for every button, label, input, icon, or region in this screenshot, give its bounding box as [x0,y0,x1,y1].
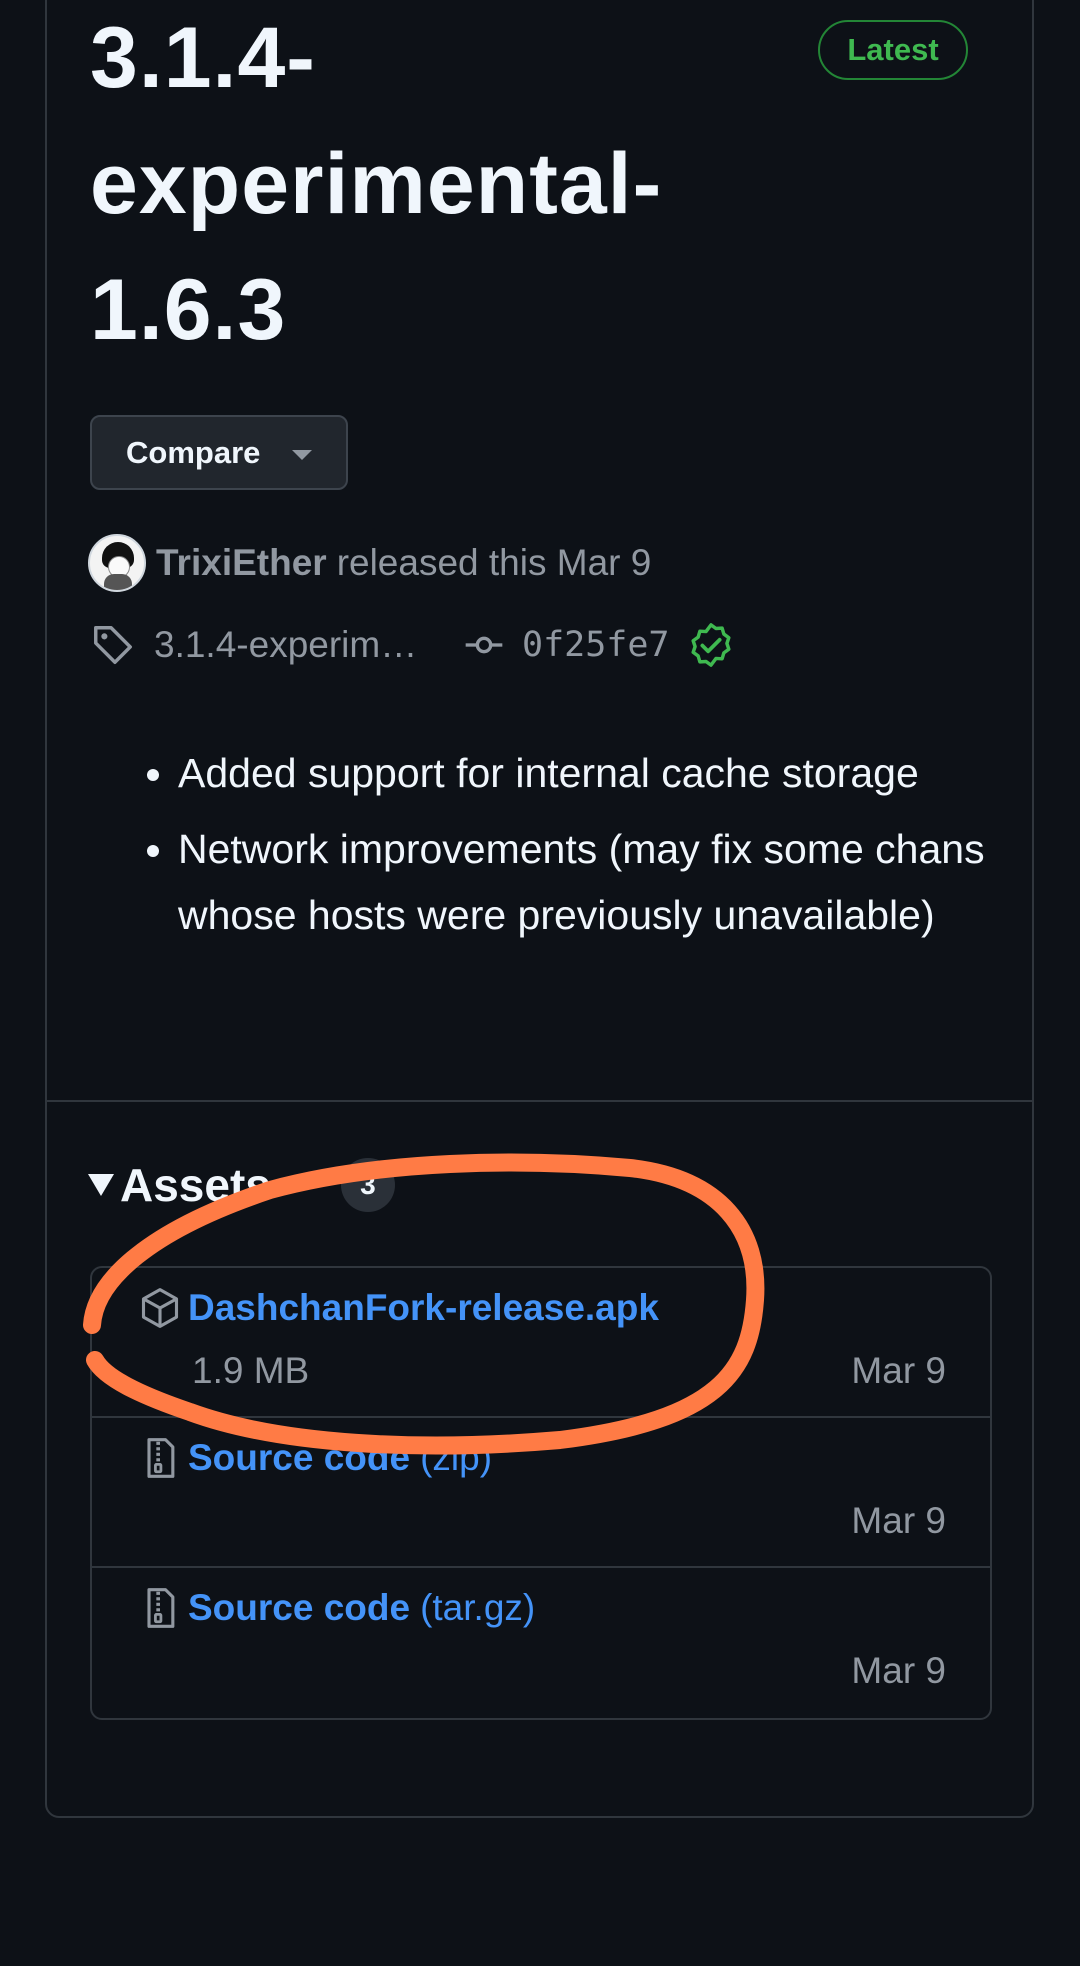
author-link[interactable]: TrixiEther [156,542,327,584]
asset-row: Source code (tar.gz) Mar 9 [92,1568,990,1718]
asset-link-targz[interactable]: Source code (tar.gz) [138,1586,535,1630]
release-author-row: TrixiEther released this Mar 9 [88,533,651,593]
divider [45,1100,1034,1102]
latest-badge-label: Latest [847,32,939,67]
release-title-text[interactable]: 3.1.4-experimental-1.6.3 [90,10,662,358]
chevron-down-icon [292,450,312,460]
compare-button[interactable]: Compare [90,415,348,490]
release-meta-row: 3.1.4-experim… 0f25fe7 [90,615,734,675]
latest-badge: Latest [818,20,968,80]
git-commit-icon [465,636,503,654]
asset-list: DashchanFork-release.apk 1.9 MB Mar 9 So… [90,1266,992,1720]
asset-link-apk[interactable]: DashchanFork-release.apk [138,1286,659,1330]
assets-count-badge: 3 [340,1158,395,1212]
tag-icon [94,626,132,664]
asset-size: 1.9 MB [192,1350,310,1391]
asset-date: Mar 9 [851,1650,946,1691]
triangle-down-icon [88,1174,114,1196]
asset-date: Mar 9 [851,1500,946,1541]
asset-row: DashchanFork-release.apk 1.9 MB Mar 9 [92,1268,990,1418]
avatar[interactable] [88,534,146,592]
file-zip-icon [147,1588,175,1628]
asset-name[interactable]: Source code [188,1587,410,1629]
release-title[interactable]: 3.1.4-experimental-1.6.3 [90,0,710,373]
release-note-item: Added support for internal cache storage [178,740,1038,806]
asset-date: Mar 9 [851,1350,946,1391]
release-note-item: Network improvements (may fix some chans… [178,816,1038,948]
asset-suffix[interactable]: (tar.gz) [420,1587,535,1629]
released-text: released this Mar 9 [336,542,652,583]
verified-icon[interactable] [688,622,734,668]
package-icon [141,1288,179,1328]
asset-name[interactable]: DashchanFork-release.apk [188,1287,659,1329]
release-notes: Added support for internal cache storage… [140,740,1038,958]
commit-link[interactable]: 0f25fe7 [522,625,670,665]
asset-row: Source code (zip) Mar 9 [92,1418,990,1568]
tag-link[interactable]: 3.1.4-experim… [154,624,424,666]
asset-suffix[interactable]: (zip) [420,1437,492,1479]
asset-name[interactable]: Source code [188,1437,410,1479]
assets-toggle[interactable]: Assets 3 [88,1155,395,1215]
file-zip-icon [147,1438,175,1478]
compare-button-label: Compare [126,434,261,470]
asset-link-zip[interactable]: Source code (zip) [138,1436,492,1480]
assets-title: Assets [120,1159,271,1211]
